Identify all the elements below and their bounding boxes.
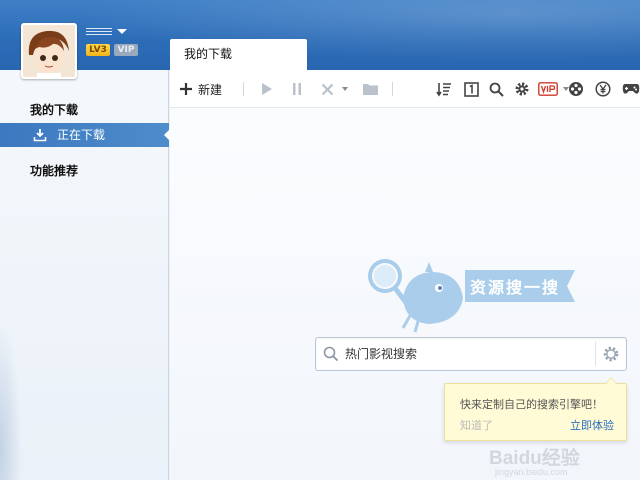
gear-icon — [515, 82, 529, 96]
sidebar-section-recommend[interactable]: 功能推荐 — [30, 162, 78, 179]
search-engine-settings-gear-icon[interactable] — [602, 345, 620, 363]
toolbar: 新建 — [170, 70, 640, 108]
hot-video-search-box — [315, 337, 627, 371]
settings-button[interactable] — [513, 79, 531, 99]
video-button[interactable] — [567, 79, 585, 99]
play-icon — [262, 83, 272, 95]
finance-button[interactable] — [594, 79, 612, 99]
hot-video-search-input[interactable] — [345, 344, 585, 364]
new-task-label: 新建 — [198, 82, 223, 97]
username-redacted[interactable] — [86, 28, 112, 36]
baidu-jingyan-watermark: Baidu经验 jingyan.baidu.com — [475, 443, 640, 479]
plus-icon — [180, 83, 192, 95]
user-menu-caret-icon[interactable] — [117, 29, 127, 34]
main-panel: 新建 资源搜一搜 热门影视搜索 快来定制自己的搜索引擎吧！ 知道了 立即体验 B… — [170, 70, 640, 480]
search-divider — [595, 342, 596, 366]
chevron-down-icon — [342, 87, 348, 91]
vip-badge[interactable]: VIP — [114, 44, 138, 56]
level-badge: LV3 — [86, 44, 110, 56]
search-icon — [489, 82, 504, 97]
resource-search-mascot — [368, 259, 575, 333]
file-icon — [463, 81, 479, 97]
toolbar-divider — [392, 82, 393, 96]
delete-button[interactable] — [318, 79, 336, 99]
download-icon — [33, 129, 47, 142]
sidebar-item-downloading[interactable]: 正在下载 — [0, 123, 170, 147]
delete-icon — [321, 83, 333, 95]
folder-icon — [362, 84, 378, 95]
tip-dismiss-link[interactable]: 知道了 — [460, 417, 493, 433]
brand-banner-text: 资源搜一搜 — [470, 278, 561, 297]
tab-my-downloads[interactable]: 我的下载 — [170, 39, 307, 71]
sidebar-decoration — [0, 320, 22, 480]
toolbar-divider — [243, 82, 244, 96]
sidebar-item-label: 正在下载 — [57, 128, 106, 142]
delete-dropdown-button[interactable] — [340, 79, 350, 99]
avatar-image — [23, 25, 75, 77]
start-button[interactable] — [258, 79, 276, 99]
vip-icon — [538, 82, 558, 96]
user-avatar[interactable] — [21, 23, 77, 79]
vip-button[interactable] — [537, 79, 559, 99]
toolbar-search-button[interactable] — [487, 79, 505, 99]
yen-icon — [595, 81, 611, 97]
game-button[interactable] — [622, 79, 640, 99]
sidebar-section-my-downloads[interactable]: 我的下载 — [30, 101, 78, 118]
watermark-url: jingyan.baidu.com — [495, 467, 568, 477]
pause-icon — [293, 83, 301, 95]
search-engine-tip-popup: 快来定制自己的搜索引擎吧！ 知道了 立即体验 — [444, 377, 627, 441]
sort-icon — [436, 83, 451, 97]
game-icon — [622, 84, 640, 94]
pause-button[interactable] — [288, 79, 306, 99]
new-task-button[interactable]: 新建 — [178, 79, 234, 99]
watermark-brand: Baidu经验 — [489, 448, 580, 469]
tip-try-now-link[interactable]: 立即体验 — [570, 417, 614, 433]
open-folder-button[interactable] — [360, 79, 380, 99]
search-icon — [323, 346, 339, 362]
sort-button[interactable] — [435, 79, 453, 99]
download-list-area: 资源搜一搜 快来定制自己的搜索引擎吧！ 知道了 立即体验 Baidu经验 jin… — [170, 108, 640, 480]
task-detail-button[interactable] — [462, 79, 480, 99]
tip-message: 快来定制自己的搜索引擎吧！ — [460, 398, 603, 411]
film-icon — [569, 82, 583, 96]
